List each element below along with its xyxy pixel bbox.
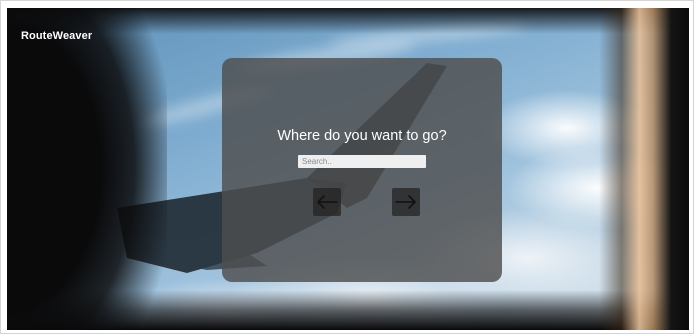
window-frame-left <box>7 8 167 330</box>
arrow-left-icon <box>317 195 338 209</box>
previous-button[interactable] <box>313 188 341 216</box>
brand-logo[interactable]: RouteWeaver <box>21 30 92 42</box>
page-frame: RouteWeaver Where do you want to go? <box>0 0 694 334</box>
search-input[interactable] <box>298 155 426 168</box>
next-button[interactable] <box>392 188 420 216</box>
window-frame-right <box>599 8 689 330</box>
search-heading: Where do you want to go? <box>277 128 447 144</box>
arrow-right-icon <box>395 195 416 209</box>
search-panel: Where do you want to go? <box>222 58 502 282</box>
